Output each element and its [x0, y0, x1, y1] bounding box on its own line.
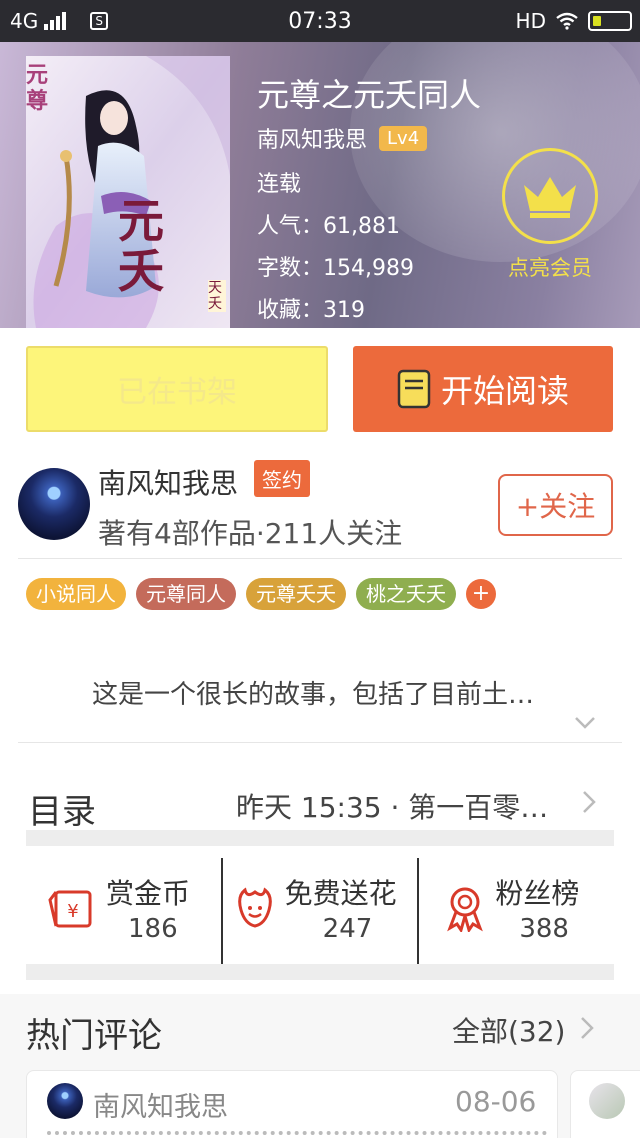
vip-label: 点亮会员: [508, 256, 592, 280]
favorites-value: 319: [323, 298, 366, 323]
book-author-row: 南风知我思 Lv4: [257, 122, 428, 154]
flowers-value: 247: [322, 914, 373, 944]
start-reading-button[interactable]: 开始阅读: [353, 346, 613, 432]
tag[interactable]: 小说同人: [26, 578, 126, 610]
cover-title-big: 元夭: [118, 194, 164, 298]
medal-icon: [447, 887, 484, 932]
section-separator: [26, 964, 614, 980]
fans-label: 粉丝榜: [495, 877, 580, 910]
vip-button[interactable]: 点亮会员: [500, 148, 600, 282]
chevron-right-icon: [583, 791, 596, 813]
signed-badge: 签约: [254, 460, 310, 497]
words-label: 字数：: [257, 256, 324, 281]
favorites-label: 收藏：: [257, 298, 324, 323]
comment-text: [47, 1131, 547, 1137]
latest-chapter: 昨天 15:35 · 第一百零…: [236, 791, 549, 824]
reward-coins[interactable]: ¥ 赏金币 186: [26, 858, 221, 968]
book-author[interactable]: 南风知我思: [257, 122, 367, 154]
comment-date: 08-06: [455, 1085, 537, 1118]
section-separator: [26, 830, 614, 846]
divider: [18, 558, 622, 559]
flower-icon: [237, 887, 272, 928]
status-bar: 4G S 07:33 HD: [0, 0, 640, 42]
fan-ranking[interactable]: 粉丝榜 388: [417, 858, 614, 968]
start-reading-label: 开始阅读: [440, 372, 569, 410]
tag-list: 小说同人 元尊同人 元尊夭夭 桃之夭夭 +: [26, 578, 496, 610]
fans-value: 388: [519, 914, 569, 944]
crown-icon: [502, 148, 598, 244]
book-description[interactable]: 这是一个很长的故事，包括了目前土…: [92, 674, 534, 711]
reward-value: 186: [128, 914, 178, 944]
comment-card[interactable]: 南风知我思 08-06: [26, 1070, 558, 1138]
author-panel: 南风知我思 签约 著有4部作品·211人关注 +关注 小说同人 元尊同人 元尊夭…: [0, 450, 640, 1030]
level-badge: Lv4: [379, 125, 428, 151]
status-right: HD: [516, 9, 632, 33]
follow-button[interactable]: +关注: [498, 474, 613, 536]
in-shelf-button[interactable]: 已在书架: [26, 346, 328, 432]
author-avatar[interactable]: [18, 468, 90, 540]
author-meta: 著有4部作品·211人关注: [98, 517, 403, 550]
svg-text:¥: ¥: [67, 901, 78, 922]
book-cover[interactable]: 元夭 元尊 天夭: [26, 56, 230, 328]
chevron-down-icon[interactable]: [574, 716, 596, 730]
action-bar: 已在书架 开始阅读: [0, 328, 640, 450]
commenter-avatar[interactable]: [47, 1083, 83, 1119]
flowers-label: 免费送花: [284, 877, 397, 910]
book-word-count: 字数：154,989: [257, 250, 414, 282]
all-comments-link[interactable]: 全部(32): [452, 1010, 565, 1050]
popularity-value: 61,881: [323, 214, 400, 239]
book-header: 元夭 元尊 天夭 元尊之元夭同人 南风知我思 Lv4 连载 人气：61,881 …: [0, 42, 640, 328]
toc-title: 目录: [28, 792, 96, 832]
book-status: 连载: [257, 172, 302, 197]
hd-indicator: HD: [515, 9, 546, 33]
reward-label: 赏金币: [106, 877, 191, 910]
commenter-name[interactable]: 南风知我思: [93, 1085, 228, 1124]
battery-icon: [588, 11, 632, 31]
tag[interactable]: 元尊同人: [136, 578, 236, 610]
book-icon: [397, 369, 431, 409]
red-envelope-icon: ¥: [48, 890, 92, 928]
stats-row: ¥ 赏金币 186 免费送花 247 粉丝榜 388: [26, 858, 614, 968]
book-popularity: 人气：61,881: [257, 208, 400, 240]
add-tag-button[interactable]: +: [466, 579, 496, 609]
tag[interactable]: 元尊夭夭: [246, 578, 346, 610]
comment-card[interactable]: [570, 1070, 640, 1138]
wifi-icon: [556, 12, 578, 30]
book-title: 元尊之元夭同人: [257, 76, 482, 114]
divider: [18, 742, 622, 743]
tag[interactable]: 桃之夭夭: [356, 578, 456, 610]
cover-title-small: 天夭: [208, 280, 226, 312]
commenter-avatar[interactable]: [589, 1083, 625, 1119]
comments-title: 热门评论: [26, 1016, 162, 1056]
book-favorites: 收藏：319: [257, 292, 365, 324]
free-flowers[interactable]: 免费送花 247: [220, 858, 418, 968]
popularity-label: 人气：: [257, 214, 324, 239]
in-shelf-label: 已在书架: [117, 375, 237, 410]
hot-comments-section: 热门评论 全部(32) 南风知我思 08-06: [0, 994, 640, 1138]
cover-title-side: 元尊: [26, 62, 49, 114]
author-name[interactable]: 南风知我思: [98, 462, 238, 502]
chevron-right-icon[interactable]: [580, 1016, 594, 1040]
words-value: 154,989: [323, 256, 414, 281]
